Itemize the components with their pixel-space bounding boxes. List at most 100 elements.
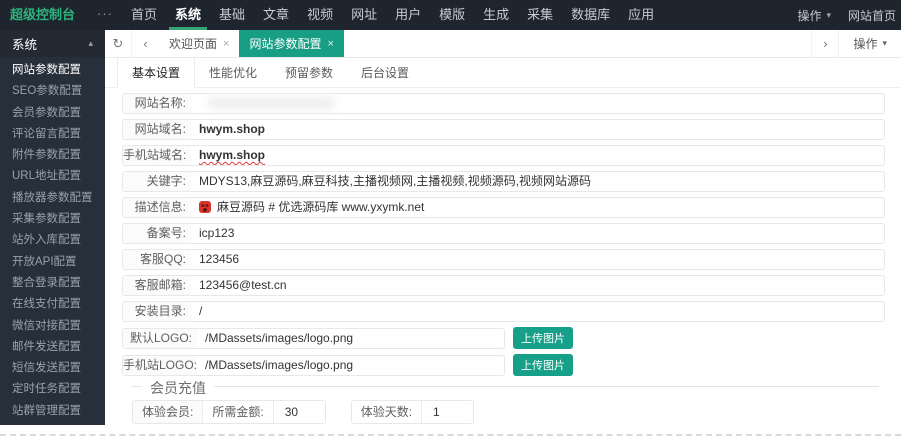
topnav-item-collect[interactable]: 采集 <box>523 0 557 30</box>
app-title: 超级控制台 <box>10 7 76 22</box>
subtab-performance[interactable]: 性能优化 <box>195 58 271 87</box>
topnav-item-user[interactable]: 用户 <box>391 0 425 30</box>
form-row-site-name: 网站名称: <box>122 93 885 114</box>
sidebar-item-sms-config[interactable]: 短信发送配置 <box>0 358 105 379</box>
form-row-site-domain: 网站域名: hwym.shop <box>122 119 885 140</box>
keywords-input[interactable]: MDYS13,麻豆源码,麻豆科技,主播视频网,主播视频,视频源码,视频网站源码 <box>191 172 884 191</box>
sidebar-item-offsite-storage[interactable]: 站外入库配置 <box>0 230 105 251</box>
topnav-item-article[interactable]: 文章 <box>259 0 293 30</box>
topnav-item-database[interactable]: 数据库 <box>567 0 614 30</box>
sidebar-item-seo-params[interactable]: SEO参数配置 <box>0 81 105 102</box>
mobile-domain-input[interactable]: hwym.shop <box>191 146 884 165</box>
subtab-reserved-params[interactable]: 预留参数 <box>271 58 347 87</box>
service-qq-input[interactable]: 123456 <box>191 250 884 269</box>
sidebar-group-system[interactable]: 系统 ▴ <box>0 30 105 57</box>
upload-image-button[interactable]: 上传图片 <box>513 354 573 376</box>
topbar-operate-menu[interactable]: 操作 ▾ <box>797 7 831 24</box>
form-row-default-logo: 默认LOGO: /MDassets/images/logo.png 上传图片 <box>122 327 885 349</box>
icp-input[interactable]: icp123 <box>191 224 884 243</box>
refresh-icon[interactable]: ↻ <box>105 30 132 57</box>
form-row-icp: 备案号: icp123 <box>122 223 885 244</box>
field-label: 关键字: <box>123 172 191 191</box>
tab-label: 网站参数配置 <box>249 37 322 51</box>
field-label: 备案号: <box>123 224 191 243</box>
service-email-input[interactable]: 123456@test.cn <box>191 276 884 295</box>
amount-input[interactable]: 30 <box>272 401 325 423</box>
caret-down-icon: ▾ <box>882 38 887 48</box>
site-domain-input[interactable]: hwym.shop <box>191 120 884 139</box>
topbar-right: 操作 ▾ 网站首页 <box>797 0 901 30</box>
site-home-link[interactable]: 网站首页 <box>848 7 896 24</box>
tab-website-params[interactable]: 网站参数配置 × <box>239 30 344 57</box>
topnav-item-app[interactable]: 应用 <box>624 0 658 30</box>
field-label: 安装目录: <box>123 302 191 321</box>
sidebar-item-player-params[interactable]: 播放器参数配置 <box>0 188 105 209</box>
description-input[interactable]: 麻豆源码 # 优选源码库 www.yxymk.net <box>191 198 884 217</box>
form-row-service-qq: 客服QQ: 123456 <box>122 249 885 270</box>
blurred-value <box>207 97 335 109</box>
close-icon[interactable]: × <box>327 38 333 50</box>
tab-operate-label: 操作 <box>853 37 878 51</box>
sidebar-item-member-params[interactable]: 会员参数配置 <box>0 103 105 124</box>
topnav-item-url[interactable]: 网址 <box>347 0 381 30</box>
sidebar-group-label: 系统 <box>12 38 38 52</box>
sidebar-item-attachment-params[interactable]: 附件参数配置 <box>0 145 105 166</box>
sidebar-item-open-api[interactable]: 开放API配置 <box>0 252 105 273</box>
subtab-backend-settings[interactable]: 后台设置 <box>347 58 423 87</box>
mobile-logo-input[interactable]: /MDassets/images/logo.png <box>197 356 504 375</box>
tabbar-spacer <box>344 30 812 57</box>
sidebar-item-wechat-config[interactable]: 微信对接配置 <box>0 316 105 337</box>
page-bottom-dashed-divider <box>0 434 901 436</box>
member-recharge-section: 会员充值 体验会员: 所需金额: 30 体验天数: 1 <box>132 378 879 424</box>
chevron-left-icon[interactable]: ‹ <box>132 30 159 57</box>
sidebar-menu: 网站参数配置 SEO参数配置 会员参数配置 评论留言配置 附件参数配置 URL地… <box>0 57 105 422</box>
form-row-mobile-logo: 手机站LOGO: /MDassets/images/logo.png 上传图片 <box>122 354 885 376</box>
member-recharge-legend: 会员充值 <box>142 378 214 398</box>
field-label: 描述信息: <box>123 198 191 217</box>
tab-welcome-page[interactable]: 欢迎页面 × <box>159 30 239 57</box>
sidebar: 系统 ▴ 网站参数配置 SEO参数配置 会员参数配置 评论留言配置 附件参数配置… <box>0 30 105 426</box>
topnav-item-video[interactable]: 视频 <box>303 0 337 30</box>
site-name-input[interactable] <box>191 94 884 113</box>
settings-subtabs: 基本设置 性能优化 预留参数 后台设置 <box>105 58 901 88</box>
subtab-basic-settings[interactable]: 基本设置 <box>117 58 196 88</box>
upload-image-button[interactable]: 上传图片 <box>513 327 573 349</box>
form-row-mobile-domain: 手机站域名: hwym.shop <box>122 145 885 166</box>
sidebar-item-online-payment[interactable]: 在线支付配置 <box>0 294 105 315</box>
days-input[interactable]: 1 <box>421 401 473 423</box>
close-icon[interactable]: × <box>223 38 229 50</box>
sidebar-item-url-config[interactable]: URL地址配置 <box>0 166 105 187</box>
topnav-item-home[interactable]: 首页 <box>127 0 161 30</box>
sidebar-item-collect-params[interactable]: 采集参数配置 <box>0 209 105 230</box>
form-row-install-dir: 安装目录: / <box>122 301 885 322</box>
topnav-item-system[interactable]: 系统 <box>169 0 208 30</box>
install-dir-input[interactable]: / <box>191 302 884 321</box>
topnav-item-generate[interactable]: 生成 <box>479 0 513 30</box>
sidebar-item-comment-config[interactable]: 评论留言配置 <box>0 124 105 145</box>
page-tabbar: ↻ ‹ 欢迎页面 × 网站参数配置 × › 操作 ▾ <box>105 30 901 58</box>
trial-member-label: 体验会员: <box>133 401 204 423</box>
more-menu-icon[interactable]: ··· <box>88 0 122 30</box>
main-content: ↻ ‹ 欢迎页面 × 网站参数配置 × › 操作 ▾ 基本设置 性能优化 预留参… <box>105 30 901 424</box>
topbar: 超级控制台 ··· 首页 系统 基础 文章 视频 网址 用户 模版 生成 采集 … <box>0 0 901 30</box>
field-label: 网站域名: <box>123 120 191 139</box>
trial-member-box: 体验会员: 所需金额: 30 <box>132 400 326 424</box>
trial-days-box: 体验天数: 1 <box>350 400 475 424</box>
sidebar-item-email-config[interactable]: 邮件发送配置 <box>0 337 105 358</box>
topbar-operate-label: 操作 <box>797 8 822 23</box>
topnav-item-basic[interactable]: 基础 <box>215 0 249 30</box>
sidebar-item-sitegroup-config[interactable]: 站群管理配置 <box>0 401 105 422</box>
tab-operate-menu[interactable]: 操作 ▾ <box>838 30 901 57</box>
sidebar-item-integrated-login[interactable]: 整合登录配置 <box>0 273 105 294</box>
field-label: 网站名称: <box>123 94 191 113</box>
tab-label: 欢迎页面 <box>169 37 218 51</box>
sidebar-item-cron-config[interactable]: 定时任务配置 <box>0 379 105 400</box>
amount-label: 所需金额: <box>212 405 264 419</box>
default-logo-input[interactable]: /MDassets/images/logo.png <box>197 329 504 348</box>
field-label: 客服QQ: <box>123 250 191 269</box>
chevron-right-icon[interactable]: › <box>811 30 838 57</box>
sidebar-item-website-params[interactable]: 网站参数配置 <box>0 60 105 81</box>
form-row-service-email: 客服邮箱: 123456@test.cn <box>122 275 885 296</box>
field-label: 客服邮箱: <box>123 276 191 295</box>
topnav-item-template[interactable]: 模版 <box>435 0 469 30</box>
